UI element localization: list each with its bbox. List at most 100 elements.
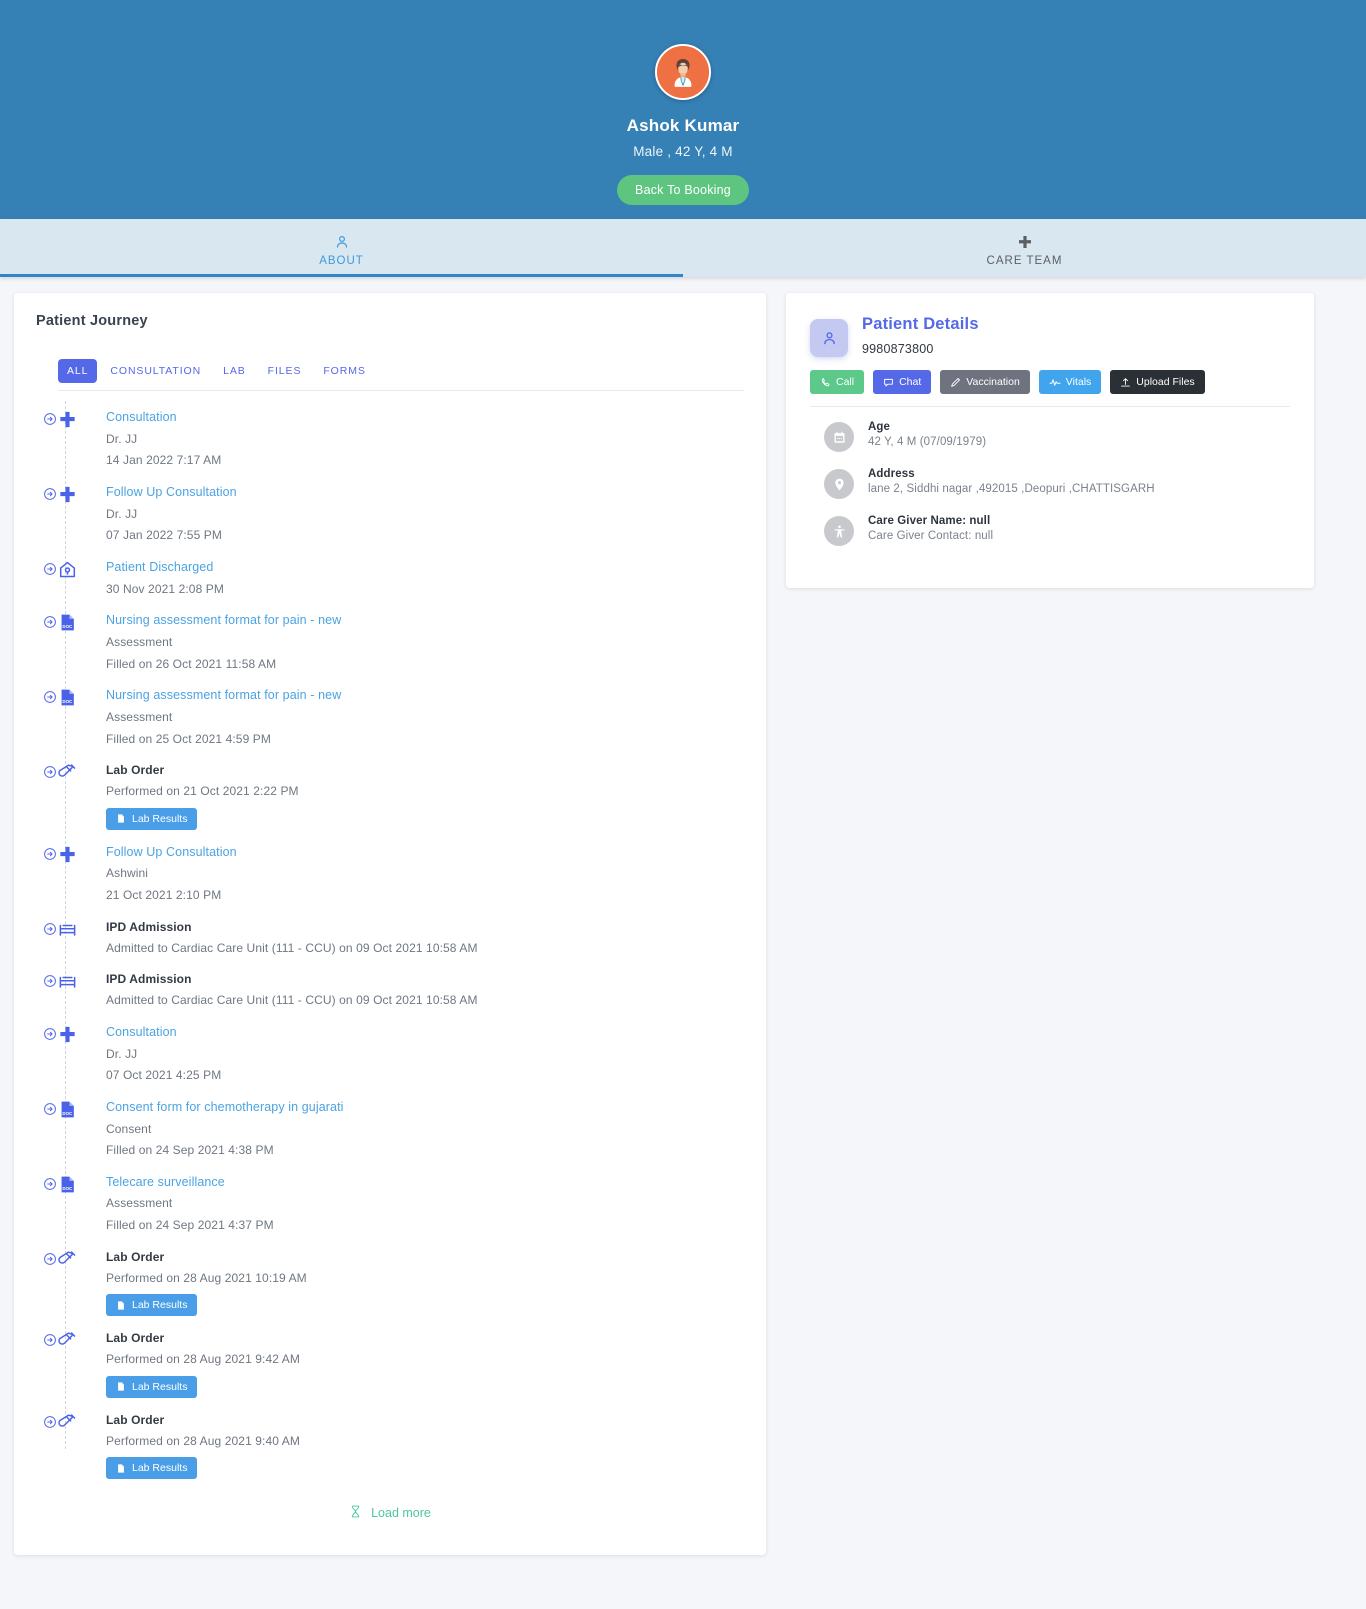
timeline-item-title[interactable]: Follow Up Consultation [106,843,237,862]
timeline-item-body: Nursing assessment format for pain - new… [94,611,341,673]
patient-name: Ashok Kumar [626,116,740,135]
plus-icon [58,1023,94,1044]
calendar-icon [824,422,854,452]
timeline-item-body: IPD Admission Admitted to Cardiac Care Un… [94,970,478,1010]
timeline-marker-icon[interactable] [43,561,57,576]
patient-journey-card: Patient Journey ALL CONSULTATION LAB FILES F… [14,293,766,1556]
timeline-marker-icon[interactable] [43,412,57,426]
timeline-item-detail: Consent [106,1121,152,1136]
timeline-item-detail: Filled on 24 Sep 2021 4:38 PM [106,1143,274,1158]
timeline-item-detail: Assessment [106,1196,173,1211]
timeline-marker-icon[interactable] [43,486,57,501]
upload-files-button[interactable]: Upload Files [1110,370,1205,394]
timeline-marker-icon[interactable] [43,1333,57,1348]
timeline-item-title[interactable]: Consultation [106,1023,221,1042]
lab-results-button[interactable]: Lab Results [106,1375,198,1398]
action-label: Vaccination [966,376,1020,388]
timeline-marker-icon[interactable] [43,1176,57,1191]
timeline-item-title[interactable]: Follow Up Consultation [106,483,237,502]
lab-results-button[interactable]: Lab Results [106,807,198,830]
timeline-item-body: Consultation Dr. JJ 14 Jan 2022 7:17 AM [94,408,221,470]
timeline-item[interactable]: Follow Up Consultation Ashwini 21 Oct 2021… [43,830,744,905]
pulse-icon [1049,376,1061,388]
timeline-item-title[interactable]: Telecare surveillance [106,1173,274,1192]
timeline-marker-icon[interactable] [43,1251,57,1266]
action-label: Call [836,376,855,388]
timeline-item[interactable]: Lab Order Performed on 28 Aug 2021 9:42 A… [43,1316,744,1398]
timeline-marker-icon[interactable] [43,921,57,936]
timeline-marker-icon[interactable] [43,974,57,989]
load-more-label: Load more [371,1506,431,1521]
timeline-item[interactable]: DOC Nursing assessment format for pain - … [43,673,744,748]
filter-consultation[interactable]: CONSULTATION [101,359,210,383]
timeline-item-title[interactable]: Nursing assessment format for pain - new [106,611,341,630]
timeline-marker-icon[interactable] [43,1414,57,1429]
chat-button[interactable]: Chat [873,370,932,394]
timeline-item-detail: Performed on 21 Oct 2021 2:22 PM [106,784,299,799]
timeline-item-detail: Assessment [106,634,173,649]
vaccination-button[interactable]: Vaccination [940,370,1030,394]
filter-forms[interactable]: FORMS [314,359,374,383]
timeline-item[interactable]: Lab Order Performed on 28 Aug 2021 10:19 … [43,1235,744,1317]
timeline-item-detail: Dr. JJ [106,431,138,446]
timeline-item[interactable]: DOC Consent form for chemotherapy in guja… [43,1085,744,1160]
timeline-item-detail: 30 Nov 2021 2:08 PM [106,581,224,596]
lab-results-label: Lab Results [132,1462,188,1475]
main-content: Patient Journey ALL CONSULTATION LAB FILES F… [0,277,1366,1556]
timeline-item-detail: Performed on 28 Aug 2021 10:19 AM [106,1270,307,1285]
patient-details-title: Patient Details [862,315,979,333]
timeline-item[interactable]: Lab Order Performed on 28 Aug 2021 9:40 A… [43,1398,744,1480]
svg-text:DOC: DOC [62,699,73,704]
back-to-booking-button[interactable]: Back To Booking [617,175,749,205]
load-more-button[interactable]: Load more [36,1505,744,1521]
filter-lab[interactable]: LAB [214,359,255,383]
timeline-item[interactable]: Consultation Dr. JJ 07 Oct 2021 4:25 PM [43,1010,744,1085]
test-tube-icon [58,1329,94,1350]
bed-icon [58,918,94,939]
timeline-item-detail: Filled on 25 Oct 2021 4:59 PM [106,731,271,746]
test-tube-icon [58,761,94,782]
timeline-marker-icon[interactable] [43,690,57,705]
tab-bar: ABOUT CARE TEAM [0,219,1366,277]
timeline-item-body: IPD Admission Admitted to Cardiac Care Un… [94,918,478,958]
timeline-item[interactable]: Lab Order Performed on 21 Oct 2021 2:22 P… [43,748,744,830]
call-button[interactable]: Call [810,370,865,394]
timeline-item-body: Lab Order Performed on 28 Aug 2021 10:19 … [94,1248,307,1317]
lab-results-label: Lab Results [132,1299,188,1312]
tab-care-team[interactable]: CARE TEAM [683,219,1366,277]
timeline-marker-icon[interactable] [43,615,57,630]
plus-icon [1017,234,1033,250]
timeline-item[interactable]: IPD Admission Admitted to Cardiac Care Un… [43,905,744,958]
timeline-item[interactable]: DOC Nursing assessment format for pain - … [43,598,744,673]
timeline-item[interactable]: Follow Up Consultation Dr. JJ 07 Jan 2022 … [43,470,744,545]
tab-about[interactable]: ABOUT [0,219,683,277]
vitals-button[interactable]: Vitals [1038,370,1102,394]
file-icon [116,1463,126,1474]
patient-details-card: Patient Details 9980873800 Call Chat Vac… [786,293,1314,588]
timeline-marker-icon[interactable] [43,846,57,861]
timeline-item-title[interactable]: Consent form for chemotherapy in gujarat… [106,1098,344,1117]
timeline-item-title[interactable]: Consultation [106,408,221,427]
timeline-item[interactable]: IPD Admission Admitted to Cardiac Care Un… [43,957,744,1010]
timeline-item-title[interactable]: Patient Discharged [106,558,224,577]
doc-icon: DOC [58,686,94,707]
lab-results-button[interactable]: Lab Results [106,1294,198,1317]
patient-info-value: Care Giver Contact: null [868,530,994,542]
timeline-marker-icon[interactable] [43,765,57,780]
lab-results-label: Lab Results [132,812,188,825]
timeline-item-detail: Filled on 24 Sep 2021 4:37 PM [106,1218,274,1233]
patient-avatar-icon [655,44,711,100]
timeline-item-body: Nursing assessment format for pain - new… [94,686,341,748]
timeline-item[interactable]: DOC Telecare surveillance Assessment Filled… [43,1160,744,1235]
timeline-item-detail: Admitted to Cardiac Care Unit (111 - CCU… [106,940,478,955]
timeline-marker-icon[interactable] [43,1101,57,1116]
timeline-marker-icon[interactable] [43,1026,57,1041]
timeline-item[interactable]: Consultation Dr. JJ 14 Jan 2022 7:17 AM [43,395,744,470]
filter-files[interactable]: FILES [259,359,311,383]
timeline-item[interactable]: Patient Discharged 30 Nov 2021 2:08 PM [43,545,744,598]
filter-all[interactable]: ALL [58,359,98,383]
lab-results-button[interactable]: Lab Results [106,1457,198,1480]
action-label: Upload Files [1136,376,1195,388]
timeline-item-title[interactable]: Nursing assessment format for pain - new [106,686,341,705]
timeline-item-body: Telecare surveillance Assessment Filled on… [94,1173,274,1235]
